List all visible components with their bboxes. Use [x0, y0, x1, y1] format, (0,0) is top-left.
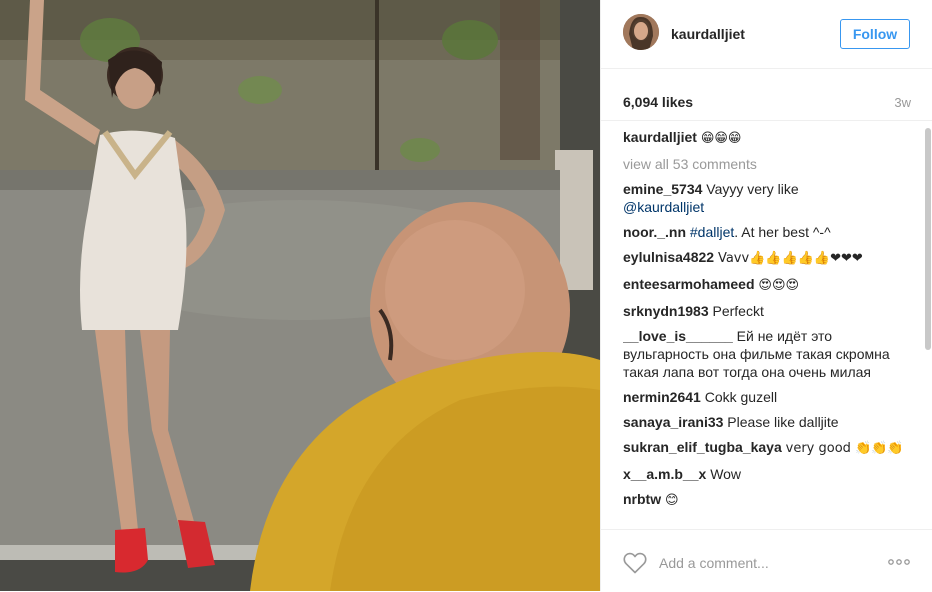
caption-username[interactable]: kaurdalljiet — [623, 129, 697, 145]
comment-text: . At her best ^-^ — [734, 224, 831, 240]
view-all-comments-link[interactable]: view all 53 comments — [623, 155, 911, 173]
comment-text: 😊 — [665, 493, 679, 508]
comment-mention[interactable]: @kaurdalljiet — [623, 199, 704, 215]
comment-username[interactable]: sanaya_irani33 — [623, 414, 723, 430]
comment-text: very good 👏👏👏 — [785, 441, 904, 456]
comment-username[interactable]: emine_5734 — [623, 181, 702, 197]
post-photo[interactable] — [0, 0, 600, 591]
heart-icon[interactable] — [623, 552, 647, 574]
comment-username[interactable]: sukran_elif_tugba_kaya — [623, 439, 782, 455]
caption: kaurdalljiet 😁😁😁 — [623, 128, 911, 148]
comment-item: nrbtw 😊 — [623, 490, 911, 510]
comment-text: Cokk guzell — [704, 389, 778, 405]
comments-scrollbar[interactable] — [925, 128, 931, 350]
comment-text: Vayyy very like — [706, 181, 799, 197]
username-link[interactable]: kaurdalljiet — [671, 26, 745, 42]
comment-text: Wow — [710, 466, 742, 482]
comment-item: noor._.nn #dalljet. At her best ^-^ — [623, 223, 911, 241]
comment-username[interactable]: nrbtw — [623, 491, 661, 507]
comment-footer — [601, 529, 932, 592]
more-options-icon[interactable] — [887, 554, 911, 570]
comments-list[interactable]: kaurdalljiet 😁😁😁 view all 53 comments em… — [623, 128, 911, 528]
comment-item: srknydn1983 Perfeckt — [623, 302, 911, 320]
caption-text: 😁😁😁 — [700, 131, 742, 146]
comment-item: emine_5734 Vayyy very like @kaurdalljiet — [623, 180, 911, 216]
post-timestamp[interactable]: 3w — [894, 95, 911, 110]
comment-item: sukran_elif_tugba_kaya very good 👏👏👏 — [623, 438, 911, 458]
avatar[interactable] — [623, 14, 659, 50]
photo-scene — [0, 0, 600, 591]
likes-count[interactable]: 6,094 likes — [623, 94, 693, 110]
comment-username[interactable]: eylulnisa4822 — [623, 249, 714, 265]
comment-item: __love_is______ Ей не идёт это вульгарно… — [623, 327, 911, 381]
comment-hashtag[interactable]: #dalljet — [690, 224, 734, 240]
avatar-image — [623, 14, 659, 50]
likes-row: 6,094 likes 3w — [601, 84, 932, 121]
comment-text: 😍😍😍 — [758, 278, 800, 293]
comment-text: Vavv👍👍👍👍👍❤❤❤ — [717, 251, 863, 266]
comment-username[interactable]: noor._.nn — [623, 224, 686, 240]
post-header: kaurdalljiet Follow — [601, 0, 932, 69]
comment-item: x__a.m.b__x Wow — [623, 465, 911, 483]
comment-username[interactable]: enteesarmohameed — [623, 276, 755, 292]
comment-item: eylulnisa4822 Vavv👍👍👍👍👍❤❤❤ — [623, 248, 911, 268]
add-comment-input[interactable] — [659, 553, 859, 573]
comment-text: Please like dalljite — [727, 414, 839, 430]
comment-username[interactable]: nermin2641 — [623, 389, 701, 405]
post-sidebar: kaurdalljiet Follow 6,094 likes 3w kaurd… — [600, 0, 932, 591]
comment-username[interactable]: x__a.m.b__x — [623, 466, 706, 482]
follow-button[interactable]: Follow — [840, 19, 910, 49]
comment-item: sanaya_irani33 Please like dalljite — [623, 413, 911, 431]
comment-text: Perfeckt — [712, 303, 764, 319]
comment-username[interactable]: __love_is______ — [623, 328, 733, 344]
comment-item: nermin2641 Cokk guzell — [623, 388, 911, 406]
comment-username[interactable]: srknydn1983 — [623, 303, 709, 319]
comment-item: enteesarmohameed 😍😍😍 — [623, 275, 911, 295]
